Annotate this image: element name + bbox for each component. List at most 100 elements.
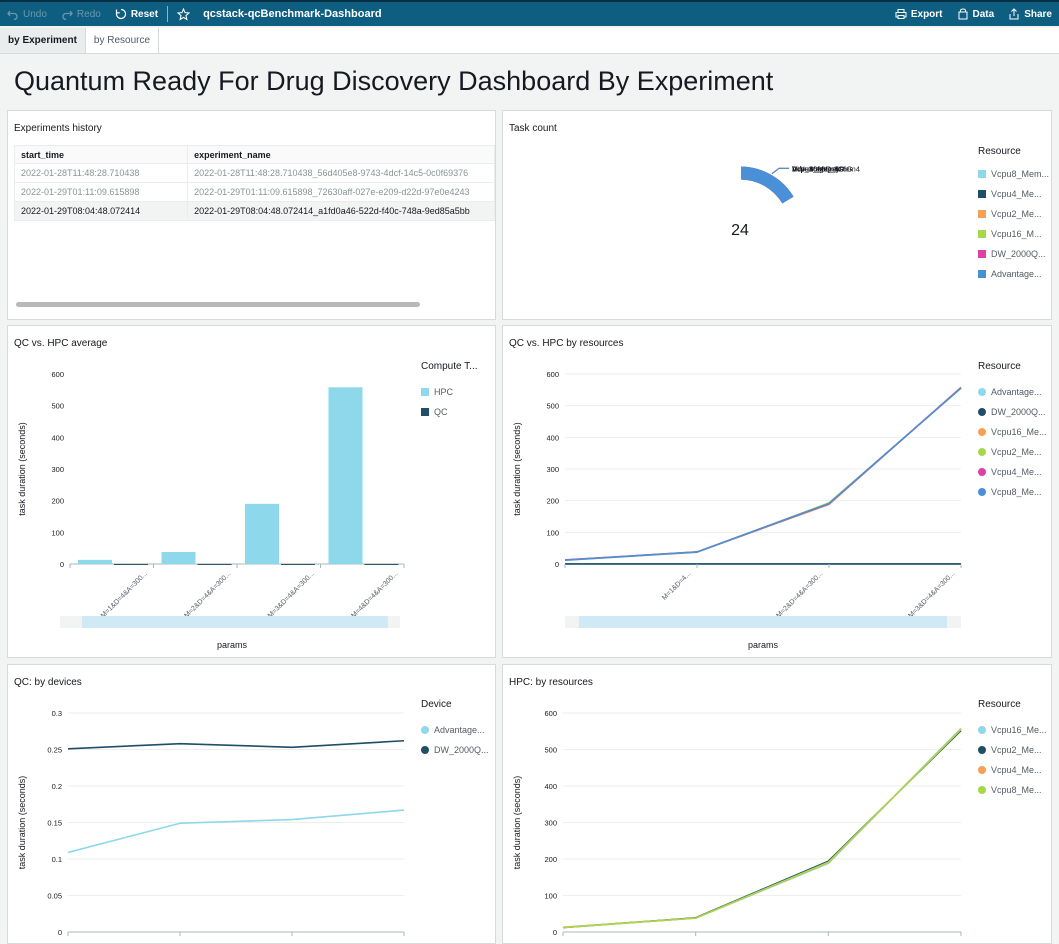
legend-swatch [978, 488, 986, 496]
experiment-name-cell: 2022-01-29T01:11:09.615898_72630aff-027e… [187, 182, 495, 202]
donut-slice [740, 166, 794, 204]
legend-swatch [978, 270, 986, 278]
legend-item[interactable]: Vcpu16_Me... [978, 725, 1047, 735]
legend-item[interactable]: Vcpu8_Mem... [978, 169, 1049, 179]
scroll-thumb [82, 616, 388, 628]
legend-item[interactable]: Vcpu2_Me... [978, 447, 1042, 457]
series-line [562, 728, 962, 929]
reset-icon [115, 8, 126, 20]
series-line [564, 387, 962, 561]
table-row[interactable]: 2022-01-29T01:11:09.615898 2022-01-29T01… [13, 182, 495, 202]
legend-item[interactable]: Advantage... [978, 269, 1042, 279]
legend-label: Vcpu16_Me... [991, 427, 1047, 437]
legend-swatch [978, 468, 986, 476]
y-tick-label: 400 [546, 433, 559, 442]
reset-button[interactable]: Reset [108, 2, 165, 26]
legend-label: Vcpu2_Me... [991, 745, 1042, 755]
table-row[interactable]: 2022-01-28T11:48:28.710438 2022-01-28T11… [13, 163, 495, 183]
slice-leader-line [771, 167, 789, 174]
x-tick-label: M=1&D=4&A=300... [100, 570, 149, 619]
series-line [562, 729, 962, 929]
undo-button[interactable]: Undo [0, 2, 54, 26]
column-header-experiment-name[interactable]: experiment_name [187, 145, 495, 164]
y-tick-label: 0.15 [47, 819, 62, 828]
qc-vs-hpc-average-chart: 0 100 200 300 400 500 600 task duration (second… [17, 370, 405, 650]
series-line [564, 386, 962, 561]
y-axis-label: task duration (seconds) [17, 422, 27, 516]
table-header-row: start_time experiment_name [13, 145, 495, 164]
legend-label: Advantage... [991, 269, 1042, 279]
legend-title: Device [421, 699, 452, 710]
legend-title: Resource [978, 699, 1021, 710]
y-tick-label: 400 [544, 782, 557, 791]
legend-item[interactable]: Vcpu16_Me... [978, 427, 1047, 437]
legend-label: DW_2000Q... [991, 407, 1046, 417]
experiments-history-table: start_time experiment_name 2022-01-28T11… [13, 145, 495, 221]
horizontal-scrollbar[interactable] [16, 302, 420, 307]
legend-item[interactable]: QC [421, 407, 448, 417]
y-tick-label: 0.05 [47, 892, 62, 901]
start-time-cell: 2022-01-29T01:11:09.615898 [13, 182, 189, 202]
legend-label: Vcpu4_Me... [991, 765, 1042, 775]
legend-item[interactable]: DW_2000Q... [421, 745, 489, 755]
y-tick-label: 0 [553, 928, 557, 937]
page-title: Quantum Ready For Drug Discovery Dashboa… [14, 66, 774, 96]
legend-item[interactable]: DW_2000Q... [978, 249, 1046, 259]
x-axis-label: params [217, 640, 248, 650]
tab-by-resource[interactable]: by Resource [86, 28, 160, 53]
y-tick-label: 0.25 [47, 746, 62, 755]
x-tick-label: M=3&D=4&A=300... [907, 570, 956, 619]
legend-label: Vcpu2_Me... [991, 209, 1042, 219]
legend-swatch [978, 388, 986, 396]
legend-item[interactable]: Vcpu4_Me... [978, 467, 1042, 477]
legend-swatch [978, 170, 986, 178]
reset-label: Reset [130, 8, 159, 20]
legend-item[interactable]: Vcpu2_Me... [978, 209, 1042, 219]
table-row-selected[interactable]: 2022-01-29T08:04:48.072414 2022-01-29T08… [13, 201, 495, 221]
legend-item[interactable]: Vcpu8_Me... [978, 785, 1042, 795]
legend-item[interactable]: Advantage... [421, 725, 485, 735]
x-tick-label: M=2&D=4&A=300... [775, 570, 824, 619]
legend-label: HPC [434, 387, 454, 397]
legend-swatch [978, 786, 986, 794]
legend-item[interactable]: Vcpu4_Me... [978, 189, 1042, 199]
y-tick-label: 0.3 [52, 709, 62, 718]
qc-vs-hpc-by-resources-card: QC vs. HPC by resources 0 100 200 300 400 500… [502, 325, 1052, 658]
share-button[interactable]: Share [1001, 2, 1059, 26]
legend-swatch [978, 408, 986, 416]
tab-by-experiment[interactable]: by Experiment [0, 28, 86, 53]
bar [328, 387, 363, 564]
slice-leader-line [771, 167, 789, 174]
legend-title: Compute T... [421, 361, 478, 372]
y-tick-label: 200 [544, 855, 557, 864]
hpc-by-resources-card: HPC: by resources 0 100 200 300 400 500 600 tas… [502, 664, 1052, 944]
series-line [67, 809, 405, 854]
slice-leader-line [771, 167, 789, 174]
favorite-button[interactable] [170, 2, 197, 26]
export-button[interactable]: Export [888, 2, 950, 26]
legend-item[interactable]: Vcpu8_Me... [978, 487, 1042, 497]
bar [161, 551, 196, 564]
y-tick-label: 300 [546, 465, 559, 474]
data-button[interactable]: Data [950, 2, 1002, 26]
y-tick-label: 600 [51, 370, 64, 379]
qc-vs-hpc-by-resources-chart: 0 100 200 300 400 500 600 task duration (second… [512, 370, 962, 650]
start-time-cell: 2022-01-29T08:04:48.072414 [13, 201, 189, 221]
legend-item[interactable]: Vcpu2_Me... [978, 745, 1042, 755]
legend-item[interactable]: Vcpu4_Me... [978, 765, 1042, 775]
export-label: Export [910, 8, 943, 20]
column-header-start-time[interactable]: start_time [13, 145, 189, 164]
database-icon [958, 8, 968, 20]
x-tick-label: M=2&D=4&A=300... [183, 570, 232, 619]
legend-label: Vcpu16_Me... [991, 725, 1047, 735]
slice-leader-line [771, 167, 789, 174]
y-tick-label: 600 [544, 709, 557, 718]
series-line [564, 387, 962, 561]
legend-item[interactable]: Advantage... [978, 387, 1042, 397]
legend-item[interactable]: HPC [421, 387, 453, 397]
bar [197, 563, 232, 565]
undo-icon [7, 10, 18, 20]
legend-item[interactable]: Vcpu16_M... [978, 229, 1042, 239]
redo-button[interactable]: Redo [54, 2, 108, 26]
legend-item[interactable]: DW_2000Q... [978, 407, 1046, 417]
